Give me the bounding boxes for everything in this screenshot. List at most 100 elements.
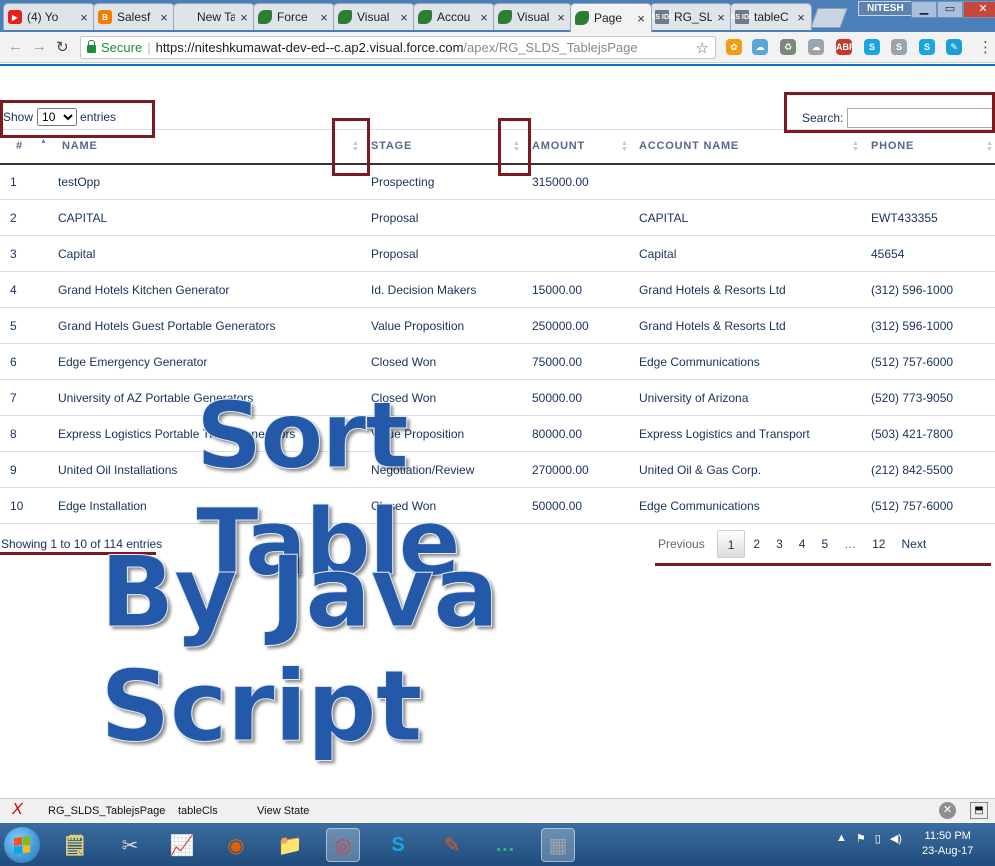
browser-tab[interactable]: B Salesf × xyxy=(93,3,175,30)
extension-icon[interactable]: S xyxy=(919,39,935,55)
extension-icon[interactable]: ☁ xyxy=(808,39,824,55)
column-header-amount[interactable]: AMOUNT ▲ ▼ xyxy=(526,129,633,165)
cell-amount: 250000.00 xyxy=(526,307,633,344)
sort-arrows-icon[interactable]: ▲ xyxy=(40,138,48,145)
extension-icon[interactable]: ☁ xyxy=(752,39,768,55)
taskbar-app-icon[interactable]: ✂ xyxy=(113,828,147,862)
help-circle-icon[interactable]: ✕ xyxy=(939,802,956,819)
cell-phone: 45654 xyxy=(865,235,995,272)
column-header-account-name[interactable]: ACCOUNT NAME ▲ ▼ xyxy=(633,129,865,165)
dev-link-view-state[interactable]: View State xyxy=(257,805,309,817)
system-clock[interactable]: 11:50 PM 23-Aug-17 xyxy=(922,829,973,859)
extension-icon[interactable]: ✎ xyxy=(946,39,962,55)
browser-tab[interactable]: ▶ (4) Yo × xyxy=(3,3,95,30)
browser-tab[interactable]: Visual × xyxy=(493,3,572,30)
extension-icon[interactable]: ✿ xyxy=(726,39,742,55)
sort-descending-icon: ▼ xyxy=(621,146,629,153)
extension-icon[interactable]: S xyxy=(864,39,880,55)
browser-tab[interactable]: Force × xyxy=(253,3,335,30)
column-header-label: STAGE xyxy=(371,140,413,153)
pager-previous-button[interactable]: Previous xyxy=(650,530,717,558)
extension-icon[interactable]: S xyxy=(891,39,907,55)
pager-ellipsis: … xyxy=(844,537,857,551)
taskbar-app-icon[interactable]: S xyxy=(381,828,415,862)
opportunity-table: # ▲ NAME ▲ ▼ STAGE ▲ ▼ AMOUNT ▲ ▼ ACCOUNT NAME ▲ ▼ PHO… xyxy=(0,129,995,524)
table-row: 8 Express Logistics Portable Truck Genera… xyxy=(0,415,995,452)
pager-page-button[interactable]: 2 xyxy=(745,530,768,558)
pager-page-button[interactable]: 3 xyxy=(768,530,791,558)
taskbar-app-icon[interactable]: … xyxy=(488,828,522,862)
tab-close-icon[interactable]: × xyxy=(635,11,647,26)
tab-close-icon[interactable]: × xyxy=(478,10,490,25)
taskbar-app-icon[interactable]: 🗒 xyxy=(58,828,92,862)
browser-tab[interactable]: AS IDE RG_SL × xyxy=(650,3,732,30)
browser-tab[interactable]: New Tab× xyxy=(173,3,255,30)
tab-close-icon[interactable]: × xyxy=(398,10,410,25)
tab-close-icon[interactable]: × xyxy=(78,10,90,25)
window-close-button[interactable]: ✕ xyxy=(963,1,995,18)
browser-tab[interactable]: Page × xyxy=(570,3,652,32)
reload-icon[interactable]: ↻ xyxy=(56,38,69,56)
start-button[interactable] xyxy=(4,827,40,863)
tray-icon[interactable]: ▲ xyxy=(836,832,847,845)
dev-footer-close-icon[interactable]: X xyxy=(12,801,23,819)
tray-icon[interactable]: ▯ xyxy=(875,832,881,845)
taskbar-app-icon[interactable]: ▦ xyxy=(541,828,575,862)
tab-title: Accou xyxy=(437,10,471,24)
extension-icon[interactable]: ABP xyxy=(836,39,855,55)
taskbar-app-icon[interactable]: ◎ xyxy=(326,828,360,862)
tab-close-icon[interactable]: × xyxy=(158,10,170,25)
taskbar-app-icon[interactable]: 📁 xyxy=(273,828,307,862)
back-arrow-icon[interactable]: ← xyxy=(8,38,23,55)
sort-arrows-icon[interactable]: ▲ ▼ xyxy=(986,140,994,153)
cell-account-name: United Oil & Gas Corp. xyxy=(633,451,865,488)
cell-row-number: 6 xyxy=(0,343,52,380)
sort-arrows-icon[interactable]: ▲ ▼ xyxy=(852,140,860,153)
tab-close-icon[interactable]: × xyxy=(318,10,330,25)
extension-icon[interactable]: ♻ xyxy=(780,39,796,55)
app-glyph-icon: ◎ xyxy=(334,834,352,857)
maximize-button[interactable]: ▭ xyxy=(937,1,963,18)
column-header-phone[interactable]: PHONE ▲ ▼ xyxy=(865,129,995,165)
new-tab-button[interactable] xyxy=(810,8,848,28)
cell-row-number: 7 xyxy=(0,379,52,416)
tab-close-icon[interactable]: × xyxy=(715,10,727,25)
minimize-button[interactable]: ▁ xyxy=(911,1,937,18)
cell-name: Edge Installation xyxy=(52,487,365,524)
taskbar-app-icon[interactable]: 📈 xyxy=(165,828,199,862)
tray-icon[interactable]: ◀) xyxy=(890,832,902,845)
pager-page-button[interactable]: 5 xyxy=(813,530,836,558)
table-row: 7 University of AZ Portable Generators Clo… xyxy=(0,379,995,416)
tab-close-icon[interactable]: × xyxy=(795,10,807,25)
address-bar[interactable]: Secure | https://niteshkumawat-dev-ed--c… xyxy=(80,36,716,59)
pagination: Previous 1 2 3 4 5… 12 Next xyxy=(650,530,934,558)
pager-next-button[interactable]: Next xyxy=(893,530,934,558)
browser-tab[interactable]: AS IDE tableC × xyxy=(730,3,812,30)
table-row: 4 Grand Hotels Kitchen Generator Id. Decis… xyxy=(0,271,995,308)
dev-link-controller[interactable]: tableCls xyxy=(178,805,218,817)
dev-link-page[interactable]: RG_SLDS_TablejsPage xyxy=(48,805,165,817)
tray-icon[interactable]: ⚑ xyxy=(856,832,866,845)
cell-name: Grand Hotels Guest Portable Generators xyxy=(52,307,365,344)
profile-button[interactable]: NITESH xyxy=(858,1,913,16)
forward-arrow-icon[interactable]: → xyxy=(32,38,47,55)
tab-close-icon[interactable]: × xyxy=(555,10,567,25)
ide-favicon-icon: AS IDE xyxy=(731,10,754,24)
sort-arrows-icon[interactable]: ▲ ▼ xyxy=(621,140,629,153)
bookmark-star-icon[interactable]: ☆ xyxy=(696,39,709,57)
cell-name: Grand Hotels Kitchen Generator xyxy=(52,271,365,308)
windows-taskbar: 🗒 ✂ 📈 ◉ 📁 ◎ S ✎ … ▦ ▲ ⚑ ▯ ◀) 11:50 PM 23-Aug-17 xyxy=(0,823,995,866)
browser-tab[interactable]: Visual × xyxy=(333,3,415,30)
dock-icon[interactable]: ⬒ xyxy=(970,802,988,819)
pager-page-button[interactable]: 12 xyxy=(864,530,893,558)
browser-tab[interactable]: Accou × xyxy=(413,3,495,30)
cell-account-name xyxy=(633,163,865,200)
pager-page-button[interactable]: 1 xyxy=(716,530,746,558)
taskbar-app-icon[interactable]: ✎ xyxy=(435,828,469,862)
chrome-menu-icon[interactable]: ⋮ xyxy=(978,38,993,56)
pager-page-button[interactable]: 4 xyxy=(791,530,814,558)
cell-amount: 50000.00 xyxy=(526,487,633,524)
taskbar-app-icon[interactable]: ◉ xyxy=(219,828,253,862)
tab-close-icon[interactable]: × xyxy=(238,10,250,25)
yt-favicon-icon: ▶ xyxy=(8,10,22,24)
